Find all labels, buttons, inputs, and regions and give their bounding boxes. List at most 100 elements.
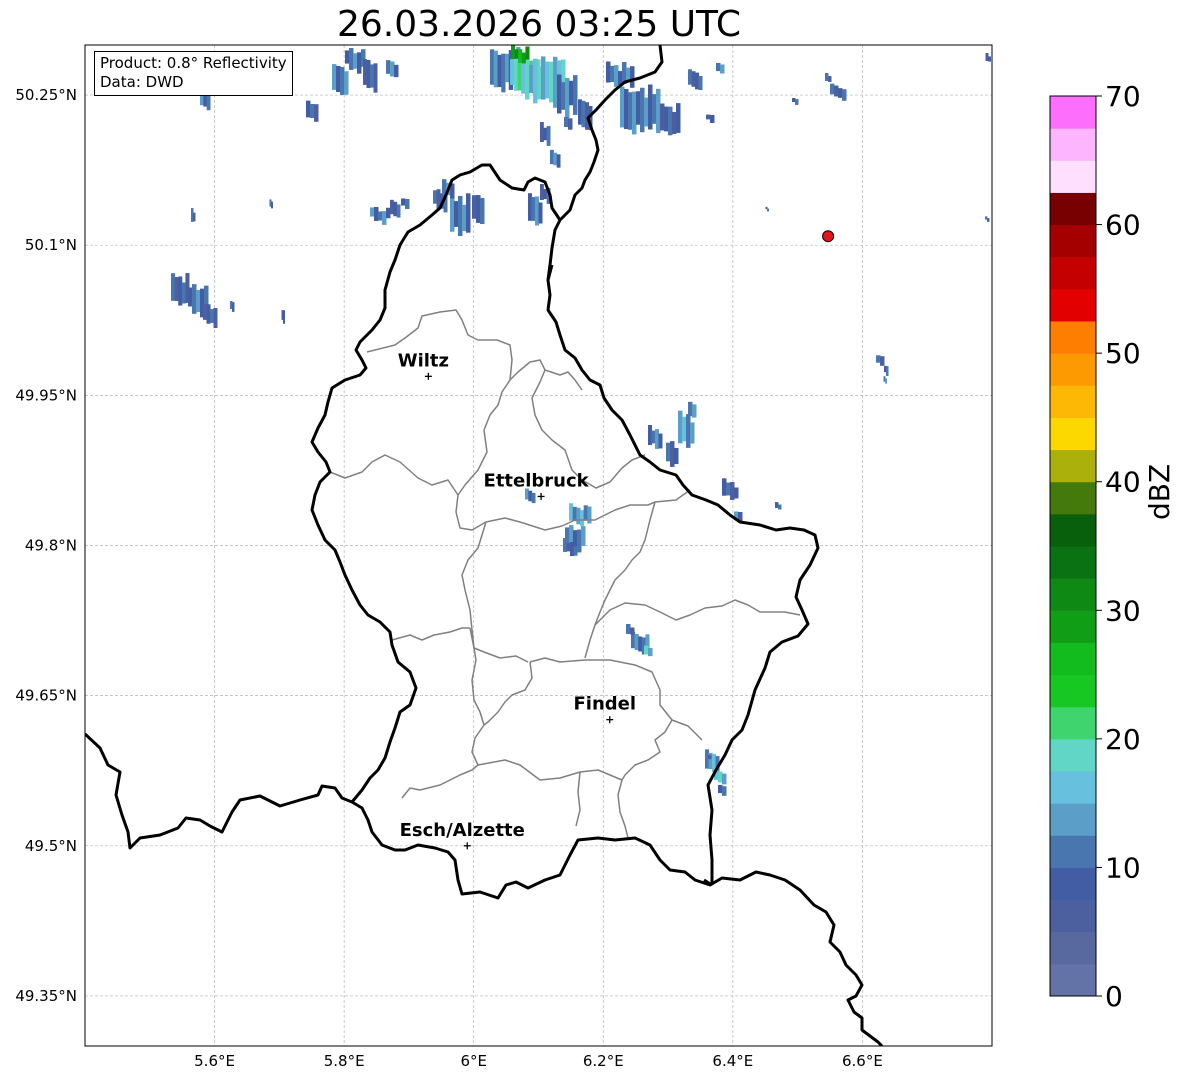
- radar-echo-bin: [569, 80, 574, 106]
- colorbar-tick-label: 0: [1105, 980, 1123, 1013]
- radar-echo-bin: [566, 542, 571, 552]
- radar-echo-bin: [767, 208, 769, 212]
- radar-echo-bin: [181, 282, 186, 304]
- radar-echo-bin: [206, 304, 211, 324]
- canton-boundary: [329, 454, 691, 531]
- radar-echo-bin: [546, 126, 551, 146]
- radar-echo-bin: [537, 66, 542, 100]
- radar-echo-bin: [531, 492, 536, 504]
- canton-boundary: [509, 359, 583, 391]
- radar-echo-bin: [682, 416, 687, 442]
- colorbar-label: dBZ: [1143, 463, 1176, 520]
- radar-echo-bin: [660, 103, 665, 131]
- radar-echo-bin: [606, 61, 611, 83]
- radar-echo-bin: [668, 106, 673, 136]
- colorbar-segment: [1050, 160, 1096, 193]
- colorbar: 0 10 20 30 40 50 60 70: [1049, 80, 1141, 1013]
- radar-echo-bin: [344, 71, 349, 95]
- lat-tick-label: 49.5°N: [25, 837, 77, 855]
- radar-echo-bin: [528, 490, 533, 502]
- radar-echo-bin: [691, 71, 696, 87]
- radar-echo-bin: [610, 65, 615, 83]
- radar-echo-bin: [433, 190, 437, 204]
- radar-echo-bin: [518, 49, 523, 63]
- radar-echo-bin: [531, 197, 536, 221]
- radar-echo-bin: [614, 65, 619, 87]
- radar-echo-bin: [718, 784, 723, 794]
- lat-tick-label: 49.35°N: [15, 987, 77, 1005]
- radar-echo-bin: [626, 624, 631, 634]
- radar-echo-bin: [386, 207, 391, 219]
- radar-echo-bin: [232, 302, 235, 312]
- radar-echo-bin: [332, 64, 337, 90]
- radar-echo-bin: [708, 754, 712, 760]
- radar-echo-bin: [678, 410, 683, 444]
- radar-echo-bin: [401, 198, 406, 206]
- radar-echo-bin: [553, 152, 558, 166]
- colorbar-segment: [1050, 513, 1096, 547]
- radar-echo-bin: [842, 89, 847, 101]
- graticule: [85, 45, 992, 1046]
- radar-echo-bin: [636, 91, 641, 125]
- radar-echo-bin: [568, 118, 573, 130]
- radar-echo-bin: [830, 83, 835, 95]
- colorbar-segment: [1050, 674, 1096, 708]
- colorbar-tick-label: 10: [1105, 851, 1141, 884]
- radar-echo-bin: [706, 114, 711, 120]
- radar-echo-bin: [550, 149, 554, 165]
- colorbar-segment: [1050, 610, 1096, 643]
- city-marker: Ettelbruck: [484, 470, 590, 500]
- radar-echo-bin: [540, 122, 544, 142]
- radar-echo-bin: [988, 56, 991, 62]
- radar-echo-bin: [705, 752, 709, 758]
- radar-echo-bin: [686, 414, 691, 448]
- radar-echo-bin: [651, 430, 656, 444]
- radar-echoes: [171, 45, 991, 796]
- radar-echo-bin: [695, 72, 699, 90]
- city-label: Findel: [573, 694, 636, 715]
- radar-echo-bin: [676, 103, 681, 133]
- product-info-box: Product: 0.8° Reflectivity Data: DWD: [94, 51, 293, 96]
- radar-echo-bin: [543, 127, 548, 141]
- radar-echo-bin: [648, 647, 653, 657]
- city-marker: Wiltz: [398, 350, 449, 380]
- radar-echo-bin: [405, 199, 410, 209]
- radar-echo-bin: [778, 504, 782, 510]
- city-label: Wiltz: [398, 350, 449, 371]
- radar-echo-bin: [561, 82, 566, 110]
- radar-echo-bin: [196, 290, 201, 312]
- radar-echo-bin: [454, 201, 459, 227]
- radar-echo-bin: [363, 59, 367, 85]
- radar-echo-bin: [213, 308, 218, 328]
- colorbar-segment: [1050, 256, 1096, 290]
- colorbar-tick-label: 50: [1105, 337, 1141, 370]
- radar-echo-bin: [658, 433, 663, 449]
- radar-echo-bin: [386, 60, 391, 74]
- radar-echo-bin: [535, 196, 539, 226]
- radar-echo-bin: [340, 67, 345, 95]
- radar-echo-bin: [345, 50, 350, 64]
- radar-echo-bin: [573, 546, 578, 556]
- radar-echo-bin: [393, 201, 398, 217]
- radar-echo-bin: [511, 45, 516, 59]
- colorbar-segment: [1050, 224, 1096, 258]
- radar-echo-bin: [490, 49, 495, 85]
- radar-echo-bin: [271, 201, 273, 209]
- colorbar-tick-label: 20: [1105, 723, 1141, 756]
- radar-echo-bin: [722, 773, 727, 785]
- radar-echo-bin: [476, 195, 481, 223]
- colorbar-segment: [1050, 288, 1096, 322]
- colorbar-segment: [1050, 353, 1096, 386]
- radar-echo-bin: [545, 61, 550, 99]
- radar-echo-bin: [734, 487, 739, 499]
- radar-echo-bin: [382, 211, 387, 225]
- lat-tick-label: 49.8°N: [25, 537, 77, 555]
- radar-echo-bin: [583, 505, 588, 521]
- lat-tick-label: 49.95°N: [15, 386, 77, 404]
- radar-echo-bin: [672, 111, 677, 135]
- canton-boundary: [594, 599, 801, 626]
- radar-echo-bin: [314, 104, 319, 122]
- city-label: Ettelbruck: [484, 470, 590, 491]
- lat-tick-label: 50.1°N: [25, 236, 77, 254]
- radar-echo-bin: [581, 526, 586, 546]
